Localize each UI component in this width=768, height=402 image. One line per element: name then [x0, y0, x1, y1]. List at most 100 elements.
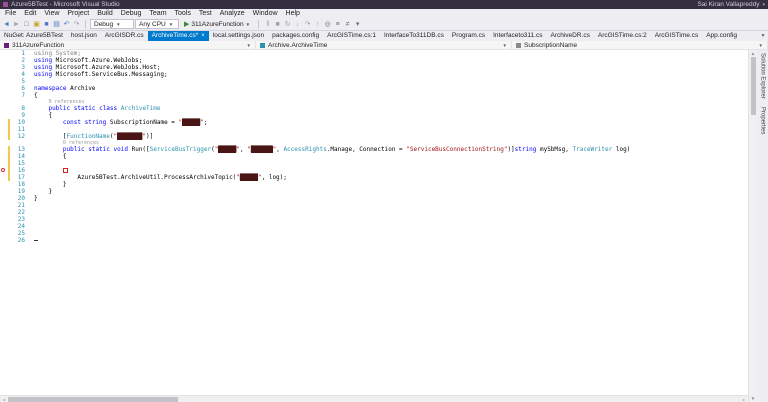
- break-all-icon[interactable]: ‖: [263, 20, 272, 29]
- horizontal-scrollbar[interactable]: ◄ ►: [0, 395, 748, 402]
- tab-arcgisdr-cs[interactable]: ArcGISDR.cs: [101, 31, 148, 41]
- menu-item-file[interactable]: File: [1, 9, 20, 18]
- tab-program-cs[interactable]: Program.cs: [448, 31, 489, 41]
- restart-icon[interactable]: ↻: [283, 20, 292, 29]
- uncomment-icon[interactable]: ≠: [343, 20, 352, 29]
- project-dropdown[interactable]: 311AzureFunction ▼: [0, 41, 256, 49]
- code-text[interactable]: [28, 230, 34, 237]
- code-text[interactable]: public static void Run([ServiceBusTrigge…: [28, 146, 630, 153]
- menu-item-project[interactable]: Project: [63, 9, 93, 18]
- tab-packages-config[interactable]: packages.config: [268, 31, 323, 41]
- tab-solution-explorer[interactable]: Solution Explorer: [760, 53, 766, 99]
- step-out-icon[interactable]: ↑: [313, 20, 322, 29]
- step-into-icon[interactable]: ↓: [293, 20, 302, 29]
- breakpoint-margin[interactable]: [0, 153, 8, 160]
- menu-item-test[interactable]: Test: [195, 9, 216, 18]
- breakpoint-margin[interactable]: [0, 202, 8, 209]
- tab-nuget-azure5btest[interactable]: NuGet: Azure5BTest: [0, 31, 67, 41]
- menu-item-team[interactable]: Team: [145, 9, 170, 18]
- tab-arcgistime-cs[interactable]: ArcGISTime.cs: [651, 31, 702, 41]
- code-text[interactable]: {: [28, 112, 52, 119]
- code-text[interactable]: [28, 126, 34, 133]
- code-editor[interactable]: 1 using System; 2 using Microsoft.Azure.Web…: [0, 50, 748, 402]
- menu-item-edit[interactable]: Edit: [20, 9, 40, 18]
- breakpoint-margin[interactable]: [0, 112, 8, 119]
- tab-archivetime-cs[interactable]: ArchiveTime.cs* ×: [147, 31, 209, 41]
- comment-icon[interactable]: ≡: [333, 20, 342, 29]
- menu-item-debug[interactable]: Debug: [117, 9, 146, 18]
- code-text[interactable]: [28, 216, 34, 223]
- redo-icon[interactable]: ↷: [72, 20, 81, 29]
- undo-icon[interactable]: ↶: [62, 20, 71, 29]
- tab-interfaceto311db-cs[interactable]: InterfaceTo311DB.cs: [380, 31, 448, 41]
- breakpoint-margin[interactable]: [0, 195, 8, 202]
- menu-item-window[interactable]: Window: [249, 9, 282, 18]
- breakpoint-margin[interactable]: [0, 92, 8, 99]
- code-text[interactable]: [28, 209, 34, 216]
- breakpoint-icon[interactable]: [1, 168, 5, 172]
- menu-item-view[interactable]: View: [40, 9, 63, 18]
- code-text[interactable]: [28, 167, 68, 174]
- breakpoint-margin[interactable]: [0, 223, 8, 230]
- tab-properties[interactable]: Properties: [760, 107, 766, 134]
- code-text[interactable]: using System;: [28, 50, 81, 57]
- tab-list-dropdown-icon[interactable]: ▼: [758, 31, 768, 41]
- tab-host-json[interactable]: host.json: [67, 31, 101, 41]
- signed-in-user[interactable]: Sai Kiran Vallapreddy: [697, 1, 759, 8]
- code-text[interactable]: }: [28, 195, 38, 202]
- code-text[interactable]: const string SubscriptionName = "█████";: [28, 119, 207, 126]
- code-text[interactable]: }: [28, 188, 52, 195]
- code-text[interactable]: using Microsoft.Azure.WebJobs;: [28, 57, 142, 64]
- breakpoint-margin[interactable]: [0, 167, 8, 174]
- code-text[interactable]: }: [28, 181, 67, 188]
- breakpoint-margin[interactable]: [0, 146, 8, 153]
- breakpoint-margin[interactable]: [0, 105, 8, 112]
- breakpoint-margin[interactable]: [0, 50, 8, 57]
- tracepoint-marker[interactable]: [62, 168, 68, 173]
- stop-debug-icon[interactable]: ■: [273, 20, 282, 29]
- vertical-scrollbar[interactable]: ▲ ▼: [748, 50, 757, 402]
- tab-archivedr-cs[interactable]: ArchiveDR.cs: [546, 31, 593, 41]
- tab-interfaceto311-cs[interactable]: Interfaceto311.cs: [489, 31, 546, 41]
- type-dropdown[interactable]: Archive.ArchiveTime ▼: [256, 41, 512, 49]
- breakpoint-margin[interactable]: [0, 174, 8, 181]
- breakpoint-margin[interactable]: [0, 57, 8, 64]
- code-text[interactable]: [28, 202, 34, 209]
- breakpoint-margin[interactable]: [0, 78, 8, 85]
- breakpoint-margin[interactable]: [0, 133, 8, 140]
- breakpoint-margin[interactable]: [0, 160, 8, 167]
- open-file-icon[interactable]: ▣: [32, 20, 41, 29]
- save-icon[interactable]: ■: [42, 20, 51, 29]
- close-icon[interactable]: ×: [201, 31, 205, 41]
- breakpoint-margin[interactable]: [0, 237, 8, 244]
- platform-combo[interactable]: Any CPU ▼: [135, 19, 179, 29]
- breakpoint-margin[interactable]: [0, 181, 8, 188]
- tab-arcgistime-cs-1[interactable]: ArcGISTime.cs:1: [323, 31, 380, 41]
- tab-local-settings-json[interactable]: local.settings.json: [209, 31, 268, 41]
- save-all-icon[interactable]: ▤: [52, 20, 61, 29]
- breakpoint-margin[interactable]: [0, 230, 8, 237]
- scroll-down-icon[interactable]: ▼: [751, 395, 755, 402]
- navigate-forward-icon[interactable]: ►: [12, 20, 21, 29]
- new-file-icon[interactable]: □: [22, 20, 31, 29]
- tab-app-config[interactable]: App.config: [702, 31, 741, 41]
- configuration-combo[interactable]: Debug ▼: [90, 19, 134, 29]
- user-dropdown-icon[interactable]: ▾: [762, 2, 765, 8]
- scroll-left-icon[interactable]: ◄: [0, 397, 8, 402]
- breakpoint-margin[interactable]: [0, 188, 8, 195]
- code-text[interactable]: Azure5BTest.ArchiveUtil.ProcessArchiveTo…: [28, 174, 287, 181]
- menu-item-build[interactable]: Build: [93, 9, 117, 18]
- code-text[interactable]: [28, 160, 34, 167]
- scroll-right-icon[interactable]: ►: [740, 397, 748, 402]
- code-text[interactable]: [28, 237, 38, 244]
- bookmark-icon[interactable]: ▾: [353, 20, 362, 29]
- member-dropdown[interactable]: SubscriptionName ▼: [512, 41, 768, 49]
- breakpoint-margin[interactable]: [0, 85, 8, 92]
- tab-arcgistime-cs-2[interactable]: ArcGISTime.cs:2: [594, 31, 651, 41]
- navigate-back-icon[interactable]: ◄: [2, 20, 11, 29]
- code-text[interactable]: namespace Archive: [28, 85, 95, 92]
- code-text[interactable]: using Microsoft.Azure.WebJobs.Host;: [28, 64, 160, 71]
- breakpoint-margin[interactable]: [0, 216, 8, 223]
- menu-item-help[interactable]: Help: [282, 9, 304, 18]
- breakpoint-margin[interactable]: [0, 71, 8, 78]
